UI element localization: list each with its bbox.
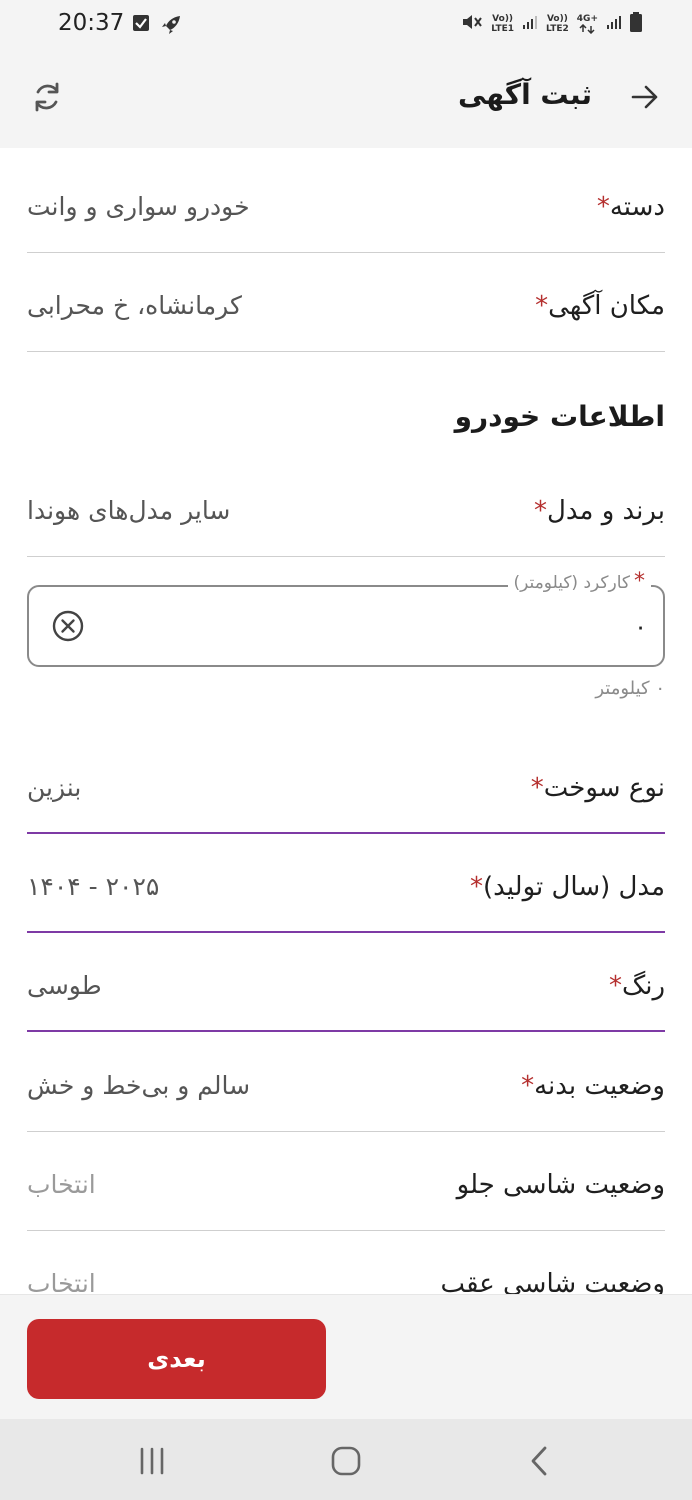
required-star: *	[521, 1071, 535, 1101]
sim1-volte: Vo))	[492, 13, 514, 24]
brand-label: برند و مدل*	[524, 496, 665, 526]
row-front-chassis[interactable]: وضعیت شاسی جلو انتخاب	[27, 1132, 665, 1231]
body-label: وضعیت بدنه*	[511, 1071, 665, 1101]
home-icon[interactable]	[324, 1439, 368, 1483]
row-category[interactable]: دسته* خودرو سواری و وانت	[27, 154, 665, 253]
row-color[interactable]: رنگ* طوسی	[27, 933, 665, 1032]
section-title-car-info: اطلاعات خودرو	[454, 400, 665, 433]
color-value: طوسی	[27, 971, 102, 1000]
category-label-text: دسته	[609, 192, 665, 222]
mileage-field-label: *کارکرد (کیلومتر)	[507, 569, 651, 594]
rear-chassis-value: انتخاب	[27, 1269, 96, 1294]
battery-icon	[630, 12, 642, 35]
color-label-text: رنگ	[621, 971, 665, 1001]
bottom-action-bar: بعدی	[0, 1294, 692, 1419]
sim2-indicator: Vo)) LTE2	[546, 14, 569, 34]
front-chassis-value: انتخاب	[27, 1170, 96, 1199]
fuel-value: بنزین	[27, 773, 82, 802]
required-star: *	[634, 569, 645, 594]
required-star: *	[608, 971, 622, 1001]
row-rear-chassis[interactable]: وضعیت شاسی عقب انتخاب	[27, 1231, 665, 1294]
year-label-text: مدل (سال تولید)	[483, 872, 665, 902]
page-title: ثبت آگهی	[457, 78, 592, 111]
mileage-label-text: کارکرد (کیلومتر)	[513, 573, 630, 593]
status-indicators: Vo)) LTE1 Vo)) LTE2 4G+	[461, 12, 642, 35]
rear-chassis-label: وضعیت شاسی عقب	[440, 1269, 665, 1294]
body-value: سالم و بی‌خط و خش	[27, 1071, 251, 1100]
form-content: دسته* خودرو سواری و وانت مکان آگهی* کرما…	[0, 148, 692, 1294]
status-bar: 20:37 Vo)) LTE1 Vo)) LTE2 4G+	[0, 0, 692, 52]
next-button[interactable]: بعدی	[27, 1319, 326, 1399]
brand-value: سایر مدل‌های هوندا	[27, 496, 231, 525]
row-fuel-type[interactable]: نوع سوخت* بنزین	[27, 735, 665, 834]
rocket-notification-icon	[160, 14, 182, 40]
mileage-field[interactable]: *کارکرد (کیلومتر)	[27, 569, 665, 667]
row-body-condition[interactable]: وضعیت بدنه* سالم و بی‌خط و خش	[27, 1033, 665, 1132]
refresh-icon[interactable]	[30, 80, 64, 114]
sim2-volte: Vo))	[546, 13, 568, 24]
sim1-label: LTE1	[491, 23, 514, 34]
fuel-label-text: نوع سوخت	[543, 773, 665, 803]
category-value: خودرو سواری و وانت	[27, 192, 250, 221]
row-location[interactable]: مکان آگهی* کرمانشاه، خ محرابی	[27, 253, 665, 352]
required-star: *	[596, 192, 610, 222]
mileage-input[interactable]	[107, 613, 647, 641]
signal2-icon	[606, 14, 622, 33]
location-value: کرمانشاه، خ محرابی	[27, 291, 242, 320]
category-label: دسته*	[587, 192, 665, 222]
year-value: ۱۴۰۴ - ۲۰۲۵	[27, 872, 160, 901]
recent-apps-icon[interactable]	[130, 1439, 174, 1483]
back-nav-icon[interactable]	[518, 1439, 562, 1483]
system-nav-bar	[0, 1419, 692, 1500]
checkbox-notification-icon	[132, 14, 150, 36]
mileage-helper-text: ۰ کیلومتر	[595, 678, 665, 699]
location-label: مکان آگهی*	[525, 291, 665, 321]
network-label: 4G+	[576, 13, 598, 24]
required-star: *	[530, 773, 544, 803]
fuel-label: نوع سوخت*	[521, 773, 665, 803]
year-label: مدل (سال تولید)*	[460, 872, 665, 902]
body-label-text: وضعیت بدنه	[534, 1071, 665, 1101]
required-star: *	[535, 291, 549, 321]
location-label-text: مکان آگهی	[548, 291, 665, 321]
color-label: رنگ*	[599, 971, 665, 1001]
status-time: 20:37	[58, 10, 125, 36]
front-chassis-label: وضعیت شاسی جلو	[456, 1170, 665, 1200]
network-indicator: 4G+	[577, 14, 598, 34]
brand-label-text: برند و مدل	[546, 496, 665, 526]
required-star: *	[533, 496, 547, 526]
mute-icon	[461, 12, 483, 35]
clear-input-icon[interactable]	[51, 609, 85, 643]
row-production-year[interactable]: مدل (سال تولید)* ۱۴۰۴ - ۲۰۲۵	[27, 834, 665, 933]
sim1-indicator: Vo)) LTE1	[491, 14, 514, 34]
sim2-label: LTE2	[546, 23, 569, 34]
app-header: ثبت آگهی	[0, 52, 692, 148]
row-brand-model[interactable]: برند و مدل* سایر مدل‌های هوندا	[27, 458, 665, 557]
signal1-icon	[522, 14, 538, 33]
required-star: *	[470, 872, 484, 902]
back-arrow-icon[interactable]	[630, 82, 660, 112]
